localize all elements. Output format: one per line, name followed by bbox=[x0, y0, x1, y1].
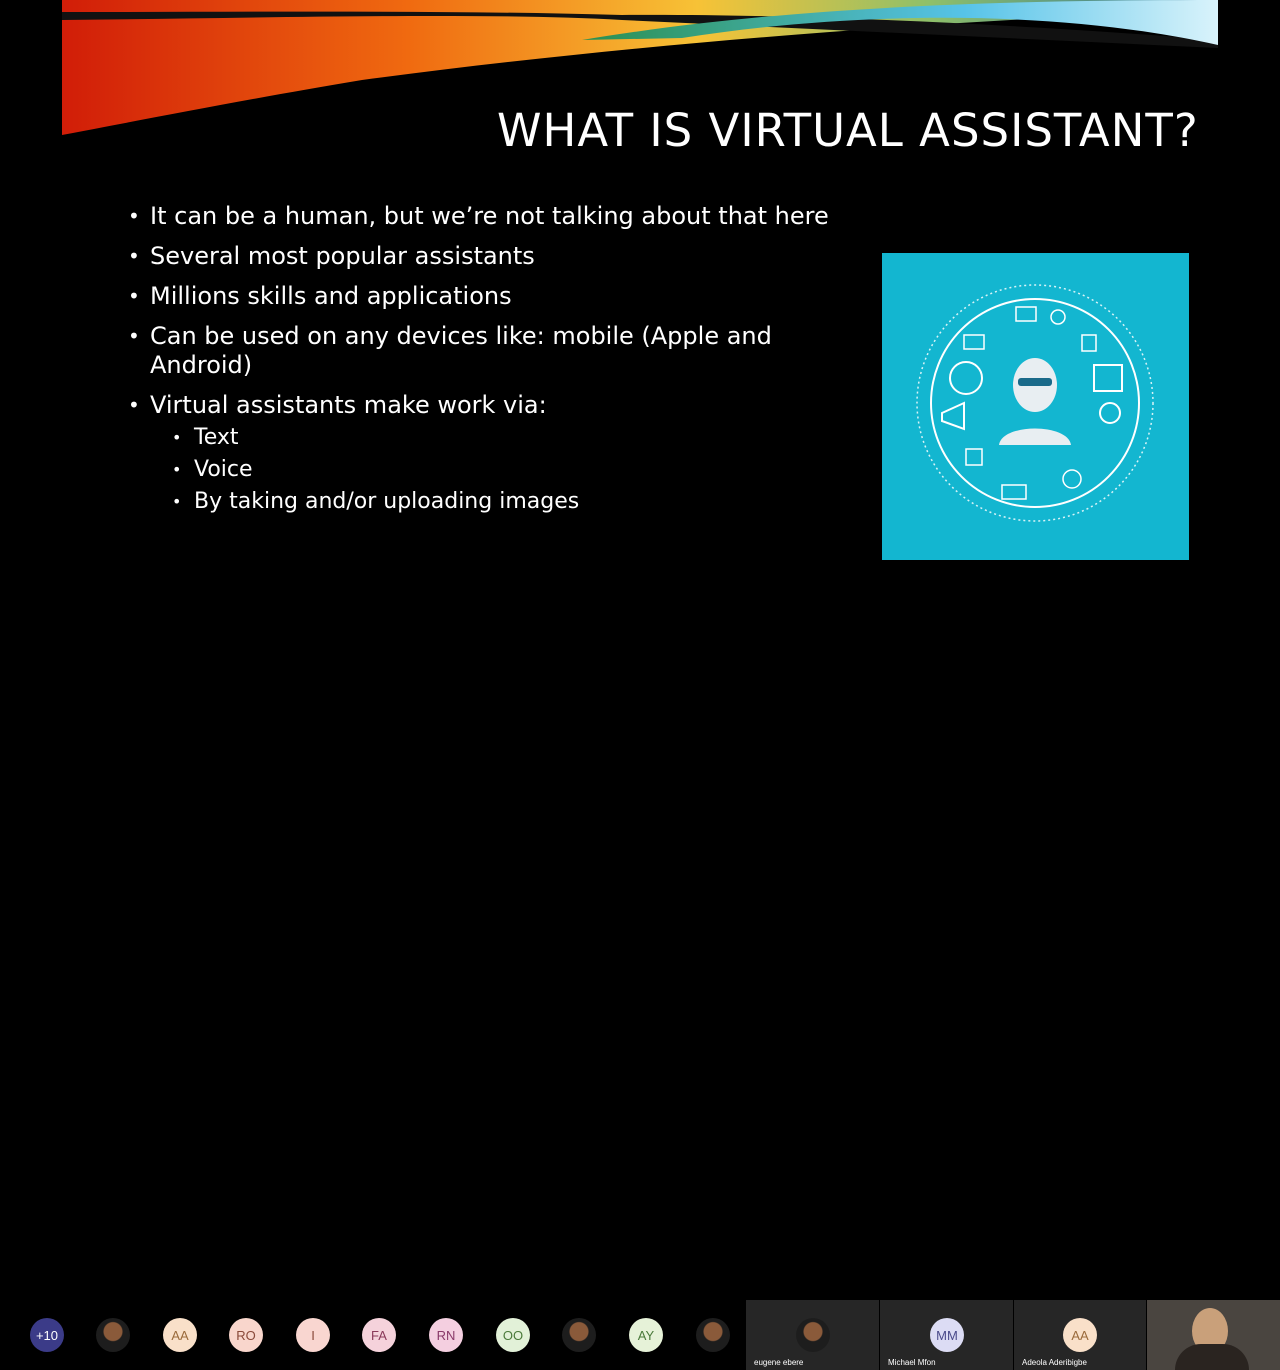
participant-avatar[interactable]: AY bbox=[629, 1318, 663, 1352]
sub-bullet-item: • Text bbox=[172, 422, 848, 454]
bag-icon bbox=[965, 448, 983, 466]
chat-icon bbox=[1015, 306, 1037, 322]
participant-avatar[interactable] bbox=[562, 1318, 596, 1352]
globe-icon bbox=[949, 361, 983, 395]
more-participants-button[interactable]: +10 bbox=[30, 1318, 64, 1352]
participant-avatar[interactable]: FA bbox=[362, 1318, 396, 1352]
lock-icon bbox=[1081, 334, 1097, 352]
headset-icon bbox=[1062, 469, 1082, 489]
magnifier-icon bbox=[1099, 402, 1121, 424]
bullet-item: • It can be a human, but we’re not talkin… bbox=[128, 202, 829, 230]
sub-bullet-item: • By taking and/or uploading images bbox=[172, 486, 848, 518]
bullet-text: Virtual assistants make work via: bbox=[150, 391, 547, 419]
sub-bullet-text: Voice bbox=[194, 457, 253, 482]
speaker-body bbox=[1175, 1344, 1249, 1370]
bullet-item: • Millions skills and applications bbox=[128, 282, 512, 310]
participant-avatar: MM bbox=[930, 1318, 964, 1352]
speaker-video-tile[interactable] bbox=[1147, 1300, 1280, 1370]
bullet-list: • It can be a human, but we’re not talkin… bbox=[128, 202, 848, 518]
participant-name: Adeola Aderibigbe bbox=[1022, 1358, 1087, 1367]
slide-title: WHAT IS VIRTUAL ASSISTANT? bbox=[497, 104, 1199, 157]
gift-icon bbox=[1093, 364, 1123, 392]
participant-avatar[interactable]: OO bbox=[496, 1318, 530, 1352]
participant-tile[interactable]: eugene ebere bbox=[746, 1300, 879, 1370]
participant-name: eugene ebere bbox=[754, 1358, 804, 1367]
presentation-slide: WHAT IS VIRTUAL ASSISTANT? • It can be a … bbox=[0, 0, 1280, 650]
sub-bullet-text: By taking and/or uploading images bbox=[194, 489, 580, 514]
bullet-text: Millions skills and applications bbox=[150, 282, 512, 310]
card-icon bbox=[1001, 484, 1027, 500]
participant-avatar[interactable] bbox=[96, 1318, 130, 1352]
virtual-assistant-illustration bbox=[882, 253, 1189, 560]
robot-icon bbox=[999, 358, 1071, 445]
participant-tile[interactable]: MM Michael Mfon bbox=[880, 1300, 1013, 1370]
bullet-text: It can be a human, but we’re not talking… bbox=[150, 202, 829, 230]
participant-name: Michael Mfon bbox=[888, 1358, 936, 1367]
participant-avatar[interactable]: RN bbox=[429, 1318, 463, 1352]
participant-avatar bbox=[796, 1318, 830, 1352]
participant-tile[interactable]: AA Adeola Aderibigbe bbox=[1014, 1300, 1146, 1370]
bullet-item: • Can be used on any devices like: mobile… bbox=[128, 322, 848, 380]
bullet-text: Several most popular assistants bbox=[150, 242, 535, 270]
play-icon bbox=[1050, 309, 1066, 325]
sub-bullet-item: • Voice bbox=[172, 454, 848, 486]
bullet-item: • Several most popular assistants bbox=[128, 242, 535, 270]
participant-avatar: AA bbox=[1063, 1318, 1097, 1352]
participant-strip: +10 AA RO I FA RN OO AY eugene ebere MM … bbox=[0, 650, 1280, 1370]
mail-icon bbox=[963, 334, 985, 350]
participant-avatar[interactable]: I bbox=[296, 1318, 330, 1352]
participant-avatar[interactable] bbox=[696, 1318, 730, 1352]
participant-avatar[interactable]: RO bbox=[229, 1318, 263, 1352]
bullet-text: Can be used on any devices like: mobile … bbox=[150, 322, 772, 379]
megaphone-icon bbox=[941, 401, 965, 431]
participant-avatar[interactable]: AA bbox=[163, 1318, 197, 1352]
bullet-item: • Virtual assistants make work via: bbox=[128, 391, 547, 419]
sub-bullet-text: Text bbox=[194, 425, 239, 450]
